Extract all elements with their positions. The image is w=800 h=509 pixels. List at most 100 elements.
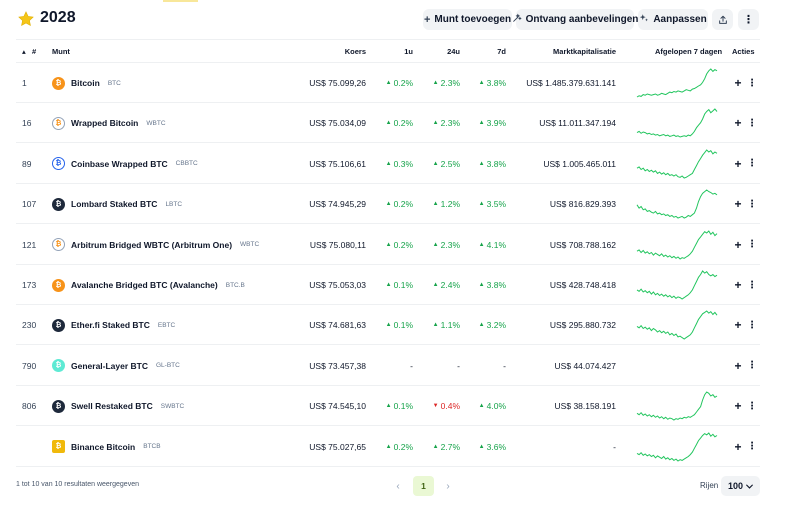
coin-cell[interactable]: ₿ Arbitrum Bridged WBTC (Arbitrum One) WBT… [52, 225, 302, 265]
add-to-portfolio-button[interactable]: + [732, 144, 744, 184]
add-to-portfolio-button[interactable]: + [732, 103, 744, 143]
change-1h-value: 0.2% [393, 239, 413, 250]
add-to-portfolio-button[interactable]: + [732, 184, 744, 224]
sparkline-chart [636, 68, 718, 98]
coin-cell[interactable]: ₿ Bitcoin BTC [52, 63, 302, 103]
coin-name[interactable]: Lombard Staked BTC [71, 199, 157, 209]
coin-symbol: BTC [107, 79, 121, 87]
table-row[interactable]: 806 ₿ Swell Restaked BTC SWBTC US$ 74.545,10… [16, 386, 760, 427]
sparkline-7d [636, 305, 718, 345]
row-more-icon[interactable]: ⋮ [746, 346, 758, 386]
col-1h[interactable]: 1u [381, 47, 413, 56]
col-coin[interactable]: Munt [52, 47, 70, 56]
coin-name[interactable]: Coinbase Wrapped BTC [71, 159, 168, 169]
caret-up-icon: ▲ [478, 403, 485, 410]
bitcoin-logo-icon: ₿ [52, 197, 65, 211]
coin-name[interactable]: General-Layer BTC [71, 361, 148, 371]
star-icon[interactable] [17, 10, 35, 28]
add-to-portfolio-button[interactable]: + [732, 386, 744, 426]
sparkline-chart [636, 229, 718, 260]
caret-up-icon: ▲ [478, 201, 485, 208]
sparkline-7d [636, 427, 718, 467]
row-more-icon[interactable]: ⋮ [746, 184, 758, 224]
coin-name[interactable]: Arbitrum Bridged WBTC (Arbitrum One) [71, 240, 232, 250]
col-7d[interactable]: 7d [474, 47, 506, 56]
table-row[interactable]: ₿ Binance Bitcoin BTCB US$ 75.027,65 ▲ 0.2% ▲ 2… [16, 427, 760, 467]
coin-symbol: BTC.B [225, 281, 245, 289]
col-rank[interactable]: # [32, 47, 36, 56]
coin-name[interactable]: Binance Bitcoin [71, 442, 135, 452]
market-cap: US$ 44.074.427 [554, 360, 616, 371]
coin-cell[interactable]: ₿ Lombard Staked BTC LBTC [52, 184, 302, 224]
caret-up-icon: ▲ [478, 443, 485, 450]
coin-rank: 173 [22, 280, 37, 290]
table-row[interactable]: 230 ₿ Ether.fi Staked BTC EBTC US$ 74.681,63… [16, 305, 760, 346]
market-cap: US$ 1.485.379.631.141 [526, 78, 616, 88]
chevron-left-icon[interactable]: ‹ [392, 478, 404, 494]
coin-name[interactable]: Ether.fi Staked BTC [71, 320, 150, 330]
add-to-portfolio-button[interactable]: + [732, 305, 744, 345]
bitcoin-logo-icon: ₿ [52, 399, 65, 413]
col-24h[interactable]: 24u [426, 47, 460, 56]
coin-cell[interactable]: ₿ Swell Restaked BTC SWBTC [52, 386, 302, 426]
table-row[interactable]: 121 ₿ Arbitrum Bridged WBTC (Arbitrum One)… [16, 225, 760, 265]
table-row[interactable]: 790 ₿ General-Layer BTC GL-BTC US$ 73.457,38… [16, 346, 760, 386]
change-24h-value: 2.4% [440, 280, 460, 290]
change-1h-value: 0.2% [393, 78, 413, 88]
add-to-portfolio-button[interactable]: + [732, 225, 744, 265]
coin-cell[interactable]: ₿ Avalanche Bridged BTC (Avalanche) BTC.B [52, 265, 302, 305]
add-coin-button[interactable]: + Munt toevoegen [423, 9, 512, 30]
coin-price: US$ 75.027,65 [309, 441, 366, 452]
add-to-portfolio-button[interactable]: + [732, 265, 744, 305]
row-more-icon[interactable]: ⋮ [746, 386, 758, 426]
coin-symbol: CBBTC [175, 160, 198, 168]
coin-price: US$ 74.945,29 [309, 199, 366, 210]
coin-name[interactable]: Swell Restaked BTC [71, 401, 153, 411]
table-row[interactable]: 89 ₿ Coinbase Wrapped BTC CBBTC US$ 75.106,6… [16, 144, 760, 184]
add-to-portfolio-button[interactable]: + [732, 427, 744, 467]
add-to-portfolio-button[interactable]: + [732, 346, 744, 386]
col-market-cap[interactable]: Marktkapitalisatie [526, 47, 616, 56]
coin-cell[interactable]: ₿ Coinbase Wrapped BTC CBBTC [52, 144, 302, 184]
coin-cell[interactable]: ₿ Binance Bitcoin BTCB [52, 427, 302, 467]
caret-up-icon: ▲ [432, 322, 439, 329]
caret-up-icon: ▲ [385, 241, 392, 248]
coin-name[interactable]: Avalanche Bridged BTC (Avalanche) [71, 280, 218, 290]
row-more-icon[interactable]: ⋮ [746, 63, 758, 103]
change-7d: ▲ 3.8% [464, 63, 506, 103]
row-more-icon[interactable]: ⋮ [746, 144, 758, 184]
table-row[interactable]: 16 ₿ Wrapped Bitcoin WBTC US$ 75.034,09 ▲ 0.2%… [16, 103, 760, 144]
table-row[interactable]: 173 ₿ Avalanche Bridged BTC (Avalanche) BTC… [16, 265, 760, 305]
chevron-right-icon[interactable]: › [442, 478, 454, 494]
table-row[interactable]: 107 ₿ Lombard Staked BTC LBTC US$ 74.945,29 ▲… [16, 184, 760, 225]
table-row[interactable]: 1 ₿ Bitcoin BTC US$ 75.099,26 ▲ 0.2% ▲ 2.3% ▲ 3.8%… [16, 63, 760, 103]
row-more-icon[interactable]: ⋮ [746, 427, 758, 467]
col-price[interactable]: Koers [316, 47, 366, 56]
coin-symbol: BTCB [143, 443, 161, 451]
coin-name[interactable]: Bitcoin [71, 78, 100, 88]
row-more-icon[interactable]: ⋮ [746, 265, 758, 305]
page-button-1[interactable]: 1 [413, 476, 434, 496]
coin-price: US$ 73.457,38 [309, 360, 366, 371]
more-options-button[interactable]: ⋮ [738, 9, 759, 30]
coin-cell[interactable]: ₿ Ether.fi Staked BTC EBTC [52, 305, 302, 345]
market-cap: US$ 295.880.732 [549, 320, 616, 331]
coin-cell[interactable]: ₿ General-Layer BTC GL-BTC [52, 346, 302, 386]
change-7d: ▲ 4.0% [464, 386, 506, 426]
row-more-icon[interactable]: ⋮ [746, 225, 758, 265]
recommendations-button[interactable]: Ontvang aanbevelingen [512, 9, 638, 30]
coin-name[interactable]: Wrapped Bitcoin [71, 118, 138, 128]
sparkline-line [636, 108, 718, 138]
coin-rank: 790 [22, 360, 37, 371]
add-to-portfolio-button[interactable]: + [732, 63, 744, 103]
customize-button[interactable]: Aanpassen [638, 9, 708, 30]
change-1h: ▲ 0.1% [371, 305, 413, 345]
change-24h: ▲ 2.3% [416, 103, 460, 143]
row-more-icon[interactable]: ⋮ [746, 103, 758, 143]
share-button[interactable] [712, 9, 733, 30]
caret-up-icon: ▲ [385, 80, 392, 86]
coin-cell[interactable]: ₿ Wrapped Bitcoin WBTC [52, 103, 302, 143]
sort-caret-icon[interactable]: ▴ [22, 47, 26, 56]
row-more-icon[interactable]: ⋮ [746, 305, 758, 345]
rows-per-page-select[interactable]: 100 [721, 476, 760, 496]
